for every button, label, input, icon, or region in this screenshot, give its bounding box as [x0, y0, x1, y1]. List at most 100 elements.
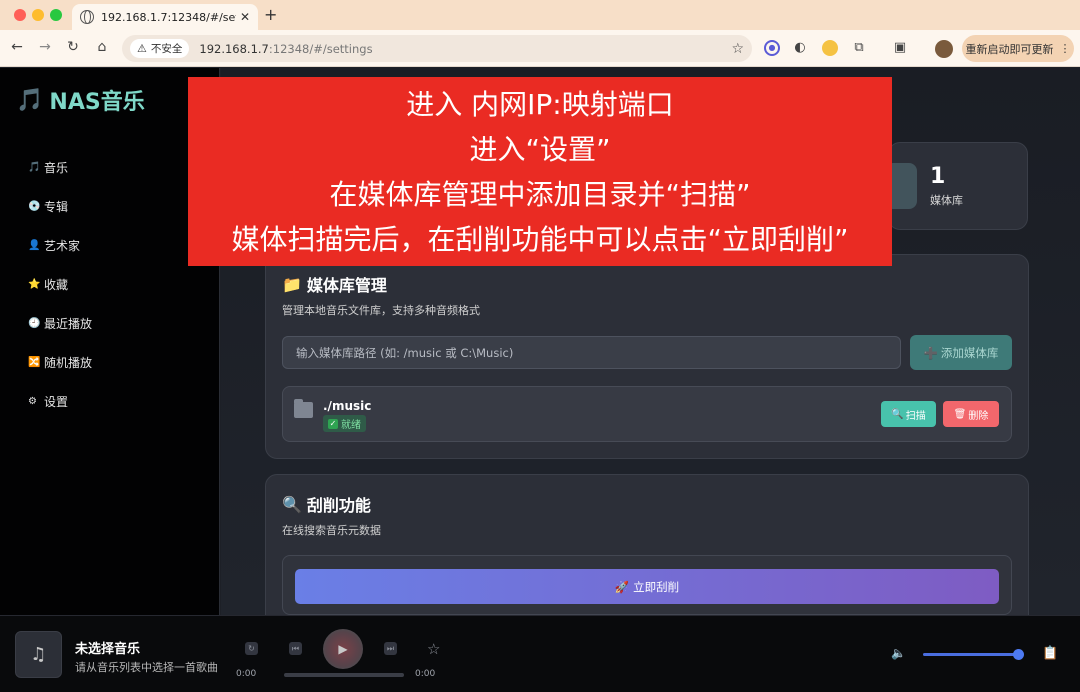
scan-button[interactable]: 🔍 扫描: [881, 401, 936, 427]
play-button[interactable]: ▶: [323, 629, 363, 669]
delete-button[interactable]: 🗑 删除: [943, 401, 999, 427]
library-section-title: 📁 媒体库管理: [282, 272, 387, 296]
reload-icon[interactable]: ↻: [64, 39, 82, 55]
sidebar-item-label: 专辑: [44, 200, 69, 214]
library-item-path: ./music: [323, 399, 372, 413]
update-button[interactable]: 重新启动即可更新 ⋮: [962, 35, 1074, 62]
sidebar-item-music[interactable]: 🎵 音乐: [28, 159, 68, 176]
track-title: 未选择音乐: [75, 642, 141, 657]
person-icon: 👤: [28, 240, 41, 251]
sidebar-item-recent[interactable]: 🕘 最近播放: [28, 315, 92, 332]
security-indicator[interactable]: ⚠ 不安全: [130, 39, 190, 58]
scrape-now-button[interactable]: 🚀 立即刮削: [295, 569, 999, 604]
trash-icon: 🗑: [953, 408, 967, 420]
banner-line: 进入 内网IP:映射端口: [406, 87, 674, 121]
time-total: 0:00: [415, 669, 436, 679]
add-library-label: 添加媒体库: [940, 347, 999, 360]
window-close-button[interactable]: [14, 9, 26, 21]
clock-icon: 🕘: [28, 318, 41, 329]
banner-line: 进入“设置”: [469, 132, 611, 166]
bookmark-star-icon[interactable]: ☆: [731, 41, 744, 57]
volume-slider[interactable]: [923, 653, 1020, 656]
magnifier-icon: 🔍: [891, 408, 904, 420]
sidebar-item-albums[interactable]: 💿 专辑: [28, 198, 68, 215]
shuffle-icon: 🔀: [28, 357, 41, 368]
back-icon[interactable]: ←: [8, 39, 26, 55]
library-title-text: 媒体库管理: [306, 276, 387, 295]
gear-icon: ⚙: [28, 396, 37, 407]
shield-extension-icon[interactable]: ◐: [792, 40, 808, 56]
scrape-now-label: 立即刮削: [633, 581, 680, 594]
url-text[interactable]: 192.168.1.7:12348/#/settings: [199, 42, 731, 56]
window-minimize-button[interactable]: [32, 9, 44, 21]
rocket-icon: 🚀: [614, 581, 630, 594]
tab-title: 192.168.1.7:12348/#/settings: [101, 10, 236, 24]
album-cover: ♫: [15, 631, 62, 678]
volume-icon[interactable]: 🔈: [891, 646, 906, 660]
sidebar-item-label: 艺术家: [44, 239, 81, 253]
sidebar-item-label: 随机播放: [44, 356, 93, 370]
puzzle-extensions-icon[interactable]: ⧉: [851, 40, 867, 56]
tab-close-icon[interactable]: ✕: [240, 10, 250, 24]
browser-tab[interactable]: 192.168.1.7:12348/#/settings ✕: [72, 4, 258, 30]
tab-search-icon[interactable]: ▣: [892, 40, 908, 56]
scrape-description: 在线搜索音乐元数据: [282, 524, 381, 537]
music-note-icon: ♫: [30, 644, 47, 665]
time-current: 0:00: [236, 669, 257, 679]
url-host: 192.168.1.7: [199, 41, 269, 56]
previous-icon[interactable]: ⏮: [289, 642, 302, 655]
forward-icon[interactable]: →: [36, 39, 54, 55]
sidebar-item-shuffle[interactable]: 🔀 随机播放: [28, 354, 92, 371]
star-icon: ⭐: [28, 279, 41, 290]
profile-avatar[interactable]: [935, 40, 953, 58]
browser-tab-bar: 192.168.1.7:12348/#/settings ✕ +: [0, 0, 1080, 30]
home-icon[interactable]: ⌂: [93, 39, 111, 55]
address-bar[interactable]: ⚠ 不安全 192.168.1.7:12348/#/settings ☆: [122, 35, 752, 62]
library-count-label: 媒体库: [930, 194, 963, 207]
globe-icon: [80, 10, 94, 24]
banner-line: 在媒体库管理中添加目录并“扫描”: [329, 177, 751, 211]
update-label: 重新启动即可更新: [965, 42, 1054, 56]
disc-icon: 💿: [28, 201, 41, 212]
favorite-star-icon[interactable]: ☆: [427, 640, 440, 658]
instruction-banner: 进入 内网IP:映射端口 进入“设置” 在媒体库管理中添加目录并“扫描” 媒体扫…: [188, 77, 892, 266]
player-bar: [0, 615, 1080, 692]
repeat-icon[interactable]: ↻: [245, 642, 258, 655]
music-icon: 🎵: [28, 162, 41, 173]
play-icon: ▶: [338, 642, 348, 656]
delete-label: 删除: [968, 410, 989, 422]
sidebar-item-label: 音乐: [44, 161, 69, 175]
status-label: 就绪: [341, 420, 361, 431]
folder-icon: 📁: [282, 274, 302, 294]
search-icon: 🔍: [282, 494, 302, 514]
queue-icon[interactable]: 📋: [1042, 646, 1058, 661]
add-library-button[interactable]: ➕ 添加媒体库: [910, 335, 1012, 370]
sidebar-item-label: 收藏: [44, 278, 69, 292]
browser-toolbar: ← → ↻ ⌂ ⚠ 不安全 192.168.1.7:12348/#/settin…: [0, 30, 1080, 67]
library-count: 1: [930, 164, 946, 189]
volume-knob[interactable]: [1012, 649, 1024, 660]
scrape-section-title: 🔍 刮削功能: [282, 492, 371, 516]
check-icon: ✓: [328, 418, 338, 429]
window-zoom-button[interactable]: [50, 9, 62, 21]
extension-purple-icon[interactable]: ●: [764, 40, 780, 56]
app-logo[interactable]: 🎵 NAS音乐: [16, 84, 145, 116]
sidebar-item-settings[interactable]: ⚙ 设置: [28, 393, 68, 410]
sidebar-item-artists[interactable]: 👤 艺术家: [28, 237, 80, 254]
music-note-icon: 🎵: [16, 87, 44, 113]
sidebar-item-label: 最近播放: [44, 317, 93, 331]
extension-yellow-icon[interactable]: [822, 40, 838, 56]
next-icon[interactable]: ⏭: [384, 642, 397, 655]
new-tab-button[interactable]: +: [264, 5, 277, 24]
status-badge: ✓ 就绪: [323, 415, 366, 432]
logo-text: NAS音乐: [49, 90, 145, 115]
scan-label: 扫描: [905, 410, 926, 422]
menu-dots-icon: ⋮: [1059, 42, 1071, 55]
folder-icon: [294, 399, 313, 418]
insecure-label: 不安全: [150, 43, 183, 55]
progress-bar[interactable]: [284, 673, 404, 677]
sidebar-item-label: 设置: [44, 395, 69, 409]
track-subtitle: 请从音乐列表中选择一首歌曲: [75, 661, 218, 674]
sidebar-item-favorites[interactable]: ⭐ 收藏: [28, 276, 68, 293]
library-path-input[interactable]: [282, 336, 901, 369]
